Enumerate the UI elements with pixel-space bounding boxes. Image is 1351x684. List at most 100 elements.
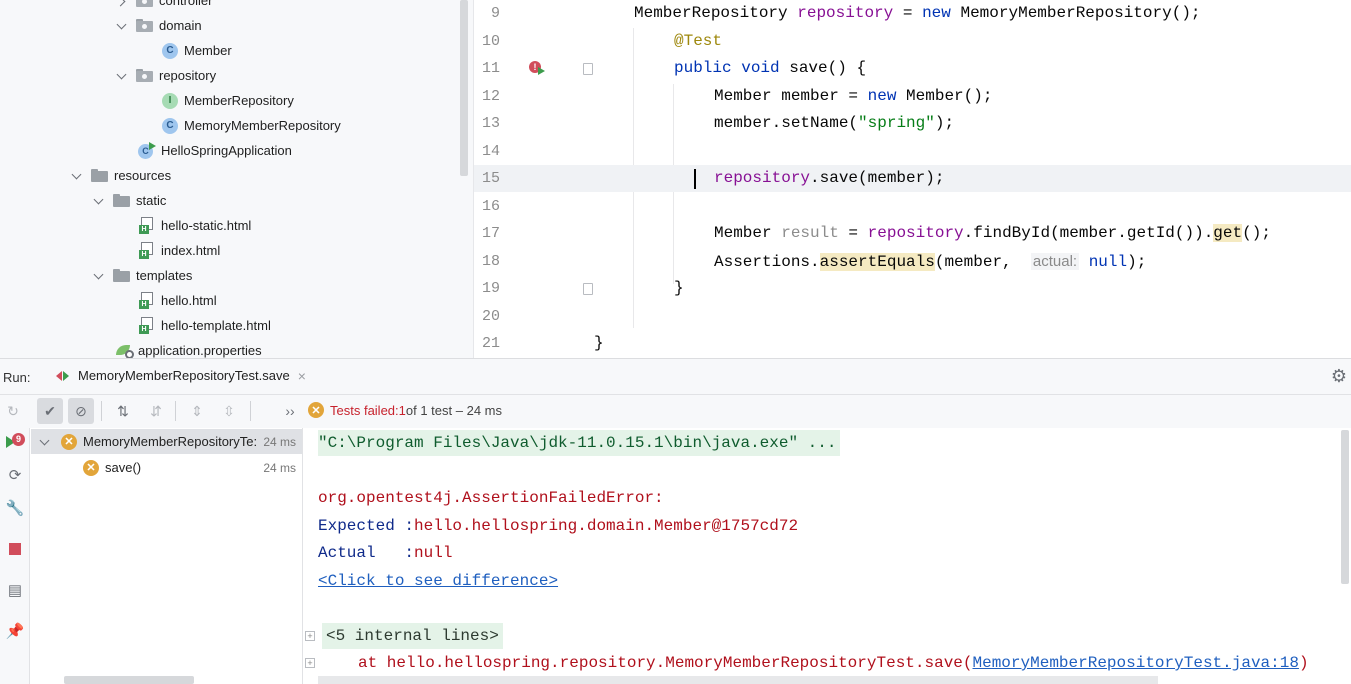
spring-app-icon: C <box>138 141 156 160</box>
console-vertical-scrollbar[interactable] <box>1341 430 1349 584</box>
expand-all-icon[interactable]: ⇕ <box>184 398 210 424</box>
tree-item-index-html[interactable]: H index.html <box>139 238 220 263</box>
chevron-down-icon[interactable] <box>71 170 83 182</box>
code-line-9[interactable]: 9 MemberRepository repository = new Memo… <box>474 0 1351 27</box>
code-line-12[interactable]: 12 Member member = new Member(); <box>474 83 1351 110</box>
pin-icon[interactable]: 📌 <box>5 621 25 641</box>
run-tab[interactable]: MemoryMemberRepositoryTest.save × <box>52 359 316 395</box>
test-result-icon <box>56 370 70 382</box>
class-icon: C <box>162 42 178 59</box>
chevron-down-icon[interactable] <box>93 270 105 282</box>
tree-item-memory-member-repository[interactable]: C MemoryMemberRepository <box>162 113 341 138</box>
code-line-16[interactable]: 16 <box>474 193 1351 220</box>
console-error-line: org.opentest4j.AssertionFailedError: <box>318 489 664 507</box>
tree-item-hello-static-html[interactable]: H hello-static.html <box>139 213 251 238</box>
chevron-down-icon[interactable] <box>93 195 105 207</box>
stop-icon[interactable] <box>5 539 25 559</box>
tree-item-member[interactable]: C Member <box>162 38 232 63</box>
tree-scrollbar[interactable] <box>460 0 468 176</box>
package-icon <box>136 19 153 32</box>
toggle-auto-test-icon[interactable]: ⟳ <box>5 465 25 485</box>
code-line-17[interactable]: 17 Member result = repository.findById(m… <box>474 220 1351 247</box>
layout-icon[interactable]: ▤ <box>5 580 25 600</box>
collapse-all-icon[interactable]: ⇳ <box>216 398 242 424</box>
run-test-gutter-icon[interactable] <box>538 67 545 75</box>
folder-icon <box>113 194 130 207</box>
chevron-right-icon[interactable] <box>116 0 128 7</box>
test-suite-row[interactable]: ✕ MemoryMemberRepositoryTe: 24 ms <box>31 429 302 454</box>
code-line-21[interactable]: 21 } <box>474 330 1351 357</box>
console-output[interactable]: "C:\Program Files\Java\jdk-11.0.15.1\bin… <box>304 428 1351 684</box>
close-icon[interactable]: × <box>298 368 306 384</box>
package-icon <box>136 0 153 7</box>
sort-alphabetically-icon[interactable]: ⇅ <box>110 398 136 424</box>
expand-icon[interactable]: + <box>305 631 315 641</box>
show-ignored-toggle[interactable]: ⊘ <box>68 398 94 424</box>
more-actions-icon[interactable]: ›› <box>277 398 303 424</box>
console-horizontal-scrollbar[interactable] <box>318 676 1158 684</box>
parameter-hint: actual: <box>1030 253 1080 270</box>
html-file-icon: H <box>139 317 155 334</box>
interface-icon: I <box>162 92 178 109</box>
console-expected-line: Expected :hello.hellospring.domain.Membe… <box>318 517 799 535</box>
code-line-11[interactable]: 11 public void save() { <box>474 55 1351 82</box>
tree-item-controller[interactable]: controller <box>116 0 212 13</box>
tree-item-templates[interactable]: templates <box>93 263 192 288</box>
run-toolbar: ↻ ✔ ⊘ ⇅ ⇵ ⇕ ⇳ ›› ✕ Tests failed: 1 of 1 … <box>0 395 1351 428</box>
tree-item-static[interactable]: static <box>93 188 166 213</box>
html-file-icon: H <box>139 242 155 259</box>
toolbar-separator <box>175 401 176 421</box>
rerun-icon[interactable]: ↻ <box>0 398 26 424</box>
code-line-19[interactable]: 19 } <box>474 275 1351 302</box>
code-line-14[interactable]: 14 <box>474 138 1351 165</box>
code-line-15[interactable]: 15 repository.save(member); <box>474 165 1351 192</box>
chevron-down-icon[interactable] <box>116 70 128 82</box>
test-case-row[interactable]: ✕ save() 24 ms <box>31 455 302 480</box>
failed-test-icon: ✕ <box>83 459 99 476</box>
html-file-icon: H <box>139 292 155 309</box>
resources-folder-icon <box>91 169 108 182</box>
expand-icon[interactable]: + <box>305 658 315 668</box>
show-passed-toggle[interactable]: ✔ <box>37 398 63 424</box>
tree-item-member-repository[interactable]: I MemberRepository <box>162 88 294 113</box>
test-results-tree: ✕ MemoryMemberRepositoryTe: 24 ms ✕ save… <box>31 428 303 684</box>
code-line-20[interactable]: 20 <box>474 303 1351 330</box>
run-tool-window-header: Run: MemoryMemberRepositoryTest.save × ⚙ <box>0 358 1351 395</box>
run-side-toolbar: 9 ⟳ 🔧 ▤ 📌 <box>0 428 30 684</box>
gear-icon[interactable]: ⚙ <box>1330 367 1348 385</box>
test-status: ✕ Tests failed: 1 of 1 test – 24 ms <box>308 402 502 418</box>
class-icon: C <box>162 117 178 134</box>
project-tree: controller domain C Member repository I … <box>0 0 473 358</box>
chevron-down-icon[interactable] <box>116 20 128 32</box>
sort-by-duration-icon[interactable]: ⇵ <box>143 398 169 424</box>
fold-marker-icon[interactable] <box>583 283 593 295</box>
tree-item-application-properties[interactable]: application.properties <box>116 338 262 358</box>
source-link[interactable]: MemoryMemberRepositoryTest.java:18 <box>973 654 1299 672</box>
tree-item-hello-html[interactable]: H hello.html <box>139 288 217 313</box>
console-command-line: "C:\Program Files\Java\jdk-11.0.15.1\bin… <box>318 430 841 456</box>
code-editor[interactable]: 9 MemberRepository repository = new Memo… <box>473 0 1351 358</box>
click-to-see-difference-link[interactable]: <Click to see difference> <box>318 568 558 594</box>
toolbar-separator <box>101 401 102 421</box>
wrench-icon[interactable]: 🔧 <box>5 498 25 518</box>
test-tree-horizontal-scrollbar[interactable] <box>64 676 194 684</box>
text-caret <box>694 169 696 189</box>
tree-item-domain[interactable]: domain <box>116 13 202 38</box>
rerun-failed-tests-icon[interactable]: 9 <box>5 432 25 452</box>
internal-lines-fold[interactable]: <5 internal lines> <box>322 623 503 649</box>
fold-marker-icon[interactable] <box>583 63 593 75</box>
tree-item-hello-spring-application[interactable]: C HelloSpringApplication <box>138 138 292 163</box>
stack-trace-line: at hello.hellospring.repository.MemoryMe… <box>358 654 1309 672</box>
failed-test-icon: ✕ <box>308 402 324 418</box>
code-line-13[interactable]: 13 member.setName("spring"); <box>474 110 1351 137</box>
tree-item-hello-template-html[interactable]: H hello-template.html <box>139 313 271 338</box>
failed-test-icon: ✕ <box>61 433 77 450</box>
code-line-10[interactable]: 10 @Test <box>474 28 1351 55</box>
chevron-down-icon[interactable] <box>39 436 51 448</box>
code-line-18[interactable]: 18 Assertions.assertEquals(member, actua… <box>474 248 1351 275</box>
run-label: Run: <box>3 370 31 385</box>
tree-item-repository[interactable]: repository <box>116 63 216 88</box>
tree-item-resources[interactable]: resources <box>71 163 171 188</box>
console-actual-line: Actual :null <box>318 544 453 562</box>
toolbar-separator <box>250 401 251 421</box>
